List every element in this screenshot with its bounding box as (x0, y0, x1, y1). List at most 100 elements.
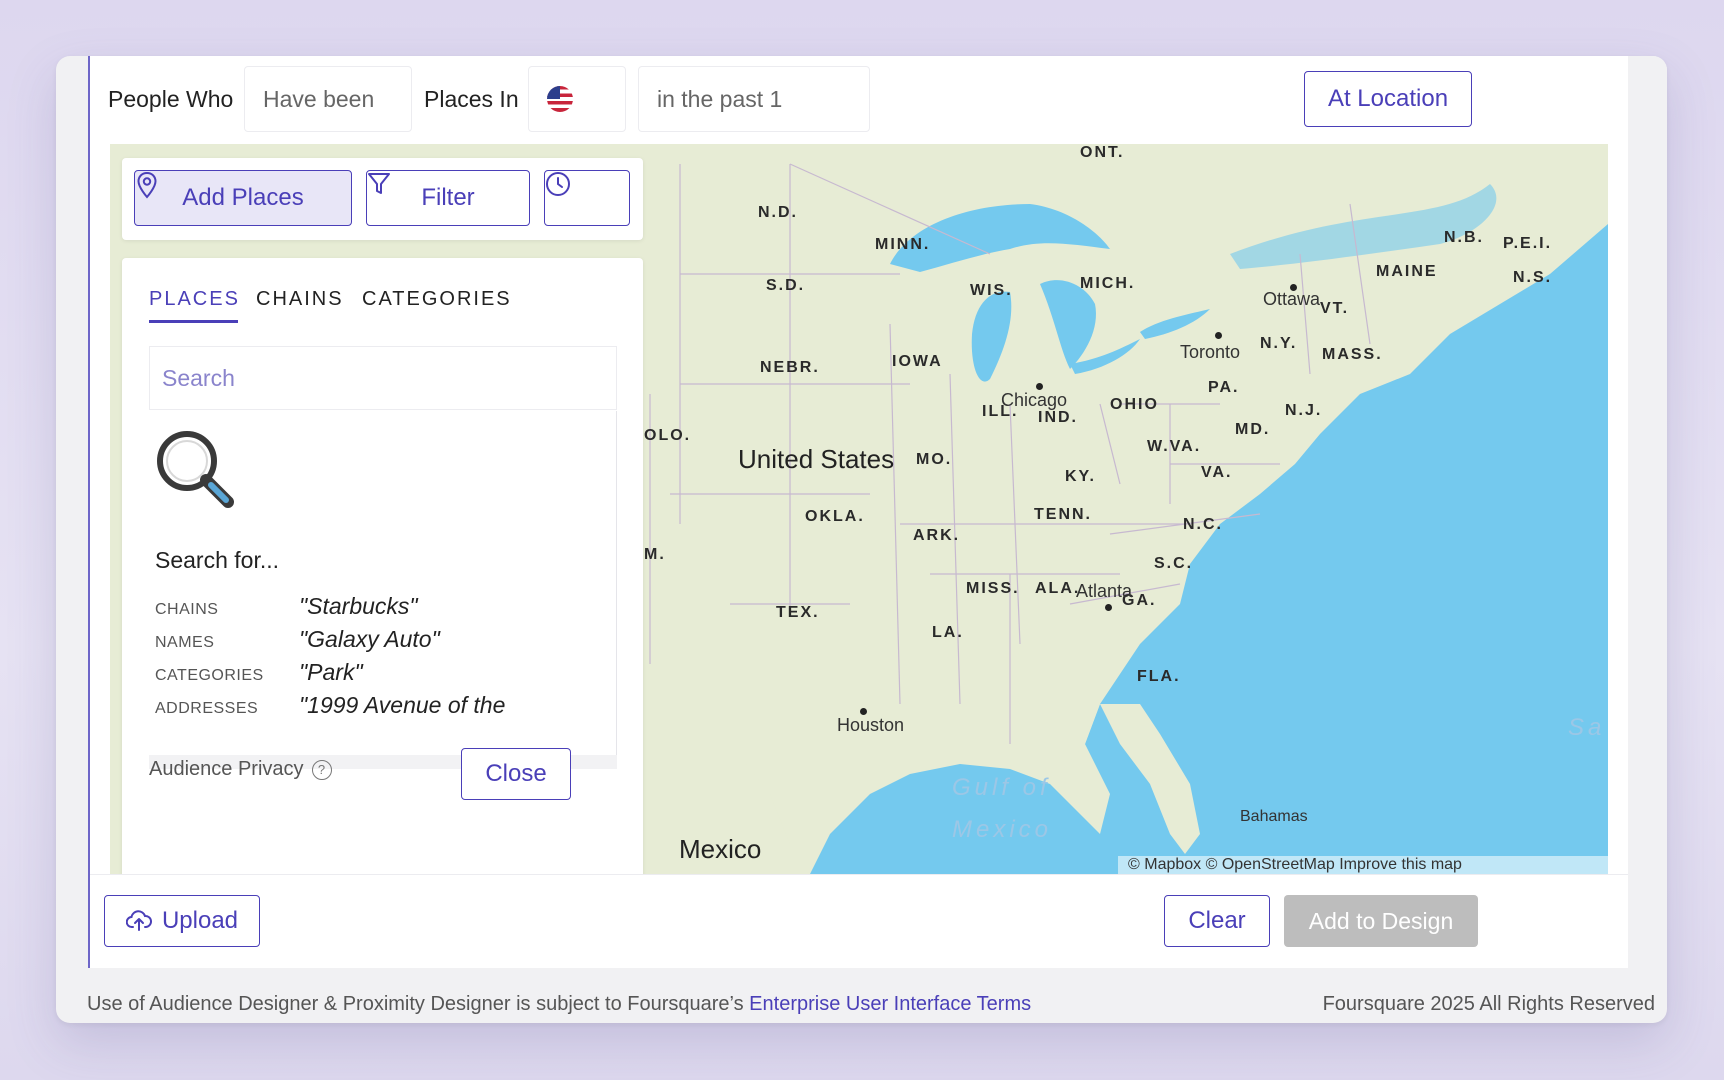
at-location-button[interactable]: At Location (1304, 71, 1472, 127)
map-label: IOWA (892, 353, 943, 370)
map-label: N.S. (1513, 269, 1553, 286)
map-label: S.D. (766, 277, 806, 294)
city-label: Toronto (1180, 342, 1241, 362)
water-label: Mexico (952, 816, 1053, 843)
help-key: CATEGORIES (155, 667, 264, 684)
window-right-edge (1628, 56, 1667, 968)
water-label: Sa (1568, 714, 1606, 741)
city-label: Chicago (1001, 390, 1068, 410)
timeframe-select[interactable]: in the past 1 month (638, 66, 870, 176)
city-dot (1036, 383, 1043, 390)
magnifier-icon (157, 431, 234, 508)
map-label: N.D. (758, 204, 798, 221)
city-dot (860, 708, 867, 715)
help-key: CHAINS (155, 601, 219, 618)
map-toolbar: Add Places Filter (122, 158, 643, 240)
map-label: MO. (916, 451, 953, 468)
filter-label: Filter (421, 184, 475, 211)
map-label: NEBR. (760, 359, 820, 376)
app-window: People Who Have been at Places In US in … (56, 56, 1667, 1023)
places-in-label: Places In (424, 86, 519, 112)
map-label: VA. (1201, 464, 1233, 481)
map-label: OKLA. (805, 508, 865, 525)
map-label: FLA. (1137, 668, 1181, 685)
tab-chains[interactable]: CHAINS (256, 288, 344, 311)
legal-notice: Use of Audience Designer & Proximity Des… (87, 993, 1031, 1016)
map-label: MINN. (875, 236, 931, 253)
map-label: MASS. (1322, 346, 1383, 363)
close-button[interactable]: Close (461, 748, 571, 800)
search-input[interactable] (149, 346, 617, 410)
map-label: N.B. (1444, 229, 1484, 246)
map-label: ONT. (1080, 144, 1125, 161)
help-key: ADDRESSES (155, 700, 259, 717)
audience-privacy-label: Audience Privacy (149, 758, 304, 780)
query-header: People Who Have been at Places In US in … (90, 56, 1628, 176)
us-flag-icon (547, 86, 573, 112)
help-example: "1999 Avenue of the (299, 692, 506, 718)
action-bar: Upload Clear Add to Design (90, 874, 1628, 968)
map-label: MAINE (1376, 263, 1438, 280)
map-label: M. (644, 546, 666, 563)
map-label: WIS. (970, 282, 1013, 299)
help-example: "Park" (299, 659, 363, 685)
city-label: Atlanta (1076, 581, 1133, 601)
map-label: VT. (1320, 300, 1350, 317)
map-label: W.VA. (1147, 438, 1202, 455)
map-label: ARK. (913, 527, 961, 544)
map-attribution[interactable]: © Mapbox © OpenStreetMap Improve this ma… (1118, 856, 1608, 874)
city-label: Bahamas (1240, 808, 1308, 825)
clear-button[interactable]: Clear (1164, 895, 1270, 947)
upload-button[interactable]: Upload (104, 895, 260, 947)
map[interactable]: ONT. N.D. MINN. S.D. WIS. MICH. NEBR. IO… (110, 144, 1608, 874)
clock-icon (546, 172, 570, 196)
add-places-label: Add Places (182, 184, 304, 211)
filter-button[interactable]: Filter (366, 170, 530, 226)
legal-text: Use of Audience Designer & Proximity Des… (87, 993, 744, 1015)
help-icon[interactable]: ? (311, 760, 332, 780)
map-label: MICH. (1080, 275, 1136, 292)
city-label: Ottawa (1263, 289, 1321, 309)
map-label: TENN. (1034, 506, 1092, 523)
country-label: United States (738, 444, 895, 474)
tab-places[interactable]: PLACES (149, 288, 240, 311)
audience-privacy: Audience Privacy? (149, 758, 332, 781)
cloud-upload-icon (125, 910, 152, 931)
country-select[interactable]: US (528, 66, 626, 176)
designer-panel: People Who Have been at Places In US in … (88, 56, 1628, 968)
map-label: PA. (1208, 379, 1240, 396)
map-label: N.C. (1183, 516, 1223, 533)
map-label: IND. (1038, 409, 1078, 426)
active-tab-underline (149, 320, 238, 323)
help-key: NAMES (155, 634, 215, 651)
city-dot (1215, 332, 1222, 339)
map-label: OLO. (644, 427, 692, 444)
copyright: Foursquare 2025 All Rights Reserved (1322, 993, 1655, 1015)
upload-label: Upload (161, 907, 239, 934)
add-to-design-button[interactable]: Add to Design (1284, 895, 1478, 947)
city-dot (1105, 604, 1112, 611)
people-who-label: People Who (108, 86, 234, 112)
add-places-button[interactable]: Add Places (134, 170, 352, 226)
map-pin-icon (137, 171, 157, 199)
have-been-at-select[interactable]: Have been at (244, 66, 412, 176)
map-label: S.C. (1154, 555, 1194, 572)
places-panel: PLACES CHAINS CATEGORIES Search for... C… (122, 258, 643, 874)
enterprise-terms-link[interactable]: Enterprise User Interface Terms (749, 993, 1031, 1015)
map-label: N.J. (1285, 402, 1323, 419)
timeframe-button[interactable] (544, 170, 630, 226)
map-label: OHIO (1110, 396, 1159, 413)
map-label: P.E.I. (1503, 235, 1553, 252)
map-label: MISS. (966, 580, 1020, 597)
map-label: N.Y. (1260, 335, 1298, 352)
search-for-title: Search for... (155, 547, 280, 573)
help-example: "Starbucks" (299, 593, 418, 619)
map-label: TEX. (776, 604, 820, 621)
country-label: Mexico (679, 834, 762, 864)
city-label: Houston (837, 715, 905, 735)
tab-categories[interactable]: CATEGORIES (362, 288, 512, 311)
map-label: MD. (1235, 421, 1271, 438)
filter-icon (368, 173, 390, 194)
search-help-list[interactable]: Search for... CHAINS "Starbucks" NAMES "… (149, 411, 617, 755)
help-example: "Galaxy Auto" (299, 626, 440, 652)
